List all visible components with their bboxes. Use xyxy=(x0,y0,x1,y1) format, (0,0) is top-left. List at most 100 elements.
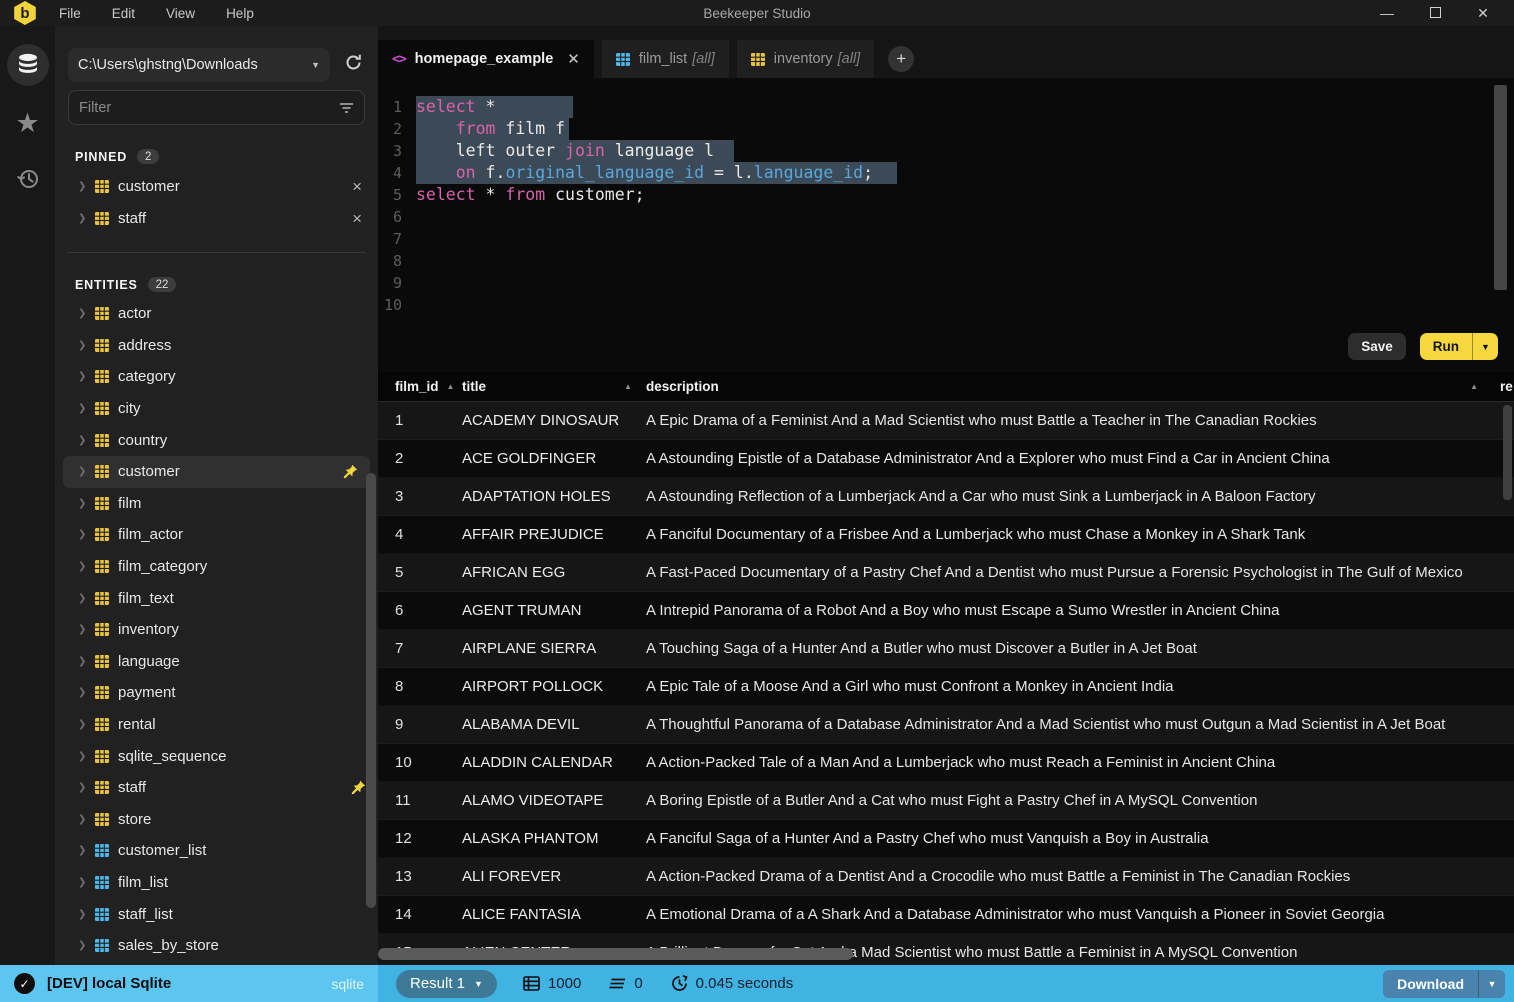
sidebar-item-actor[interactable]: ❯ actor xyxy=(55,298,378,330)
sidebar-item-country[interactable]: ❯ country xyxy=(55,424,378,456)
chevron-right-icon[interactable]: ❯ xyxy=(78,213,95,224)
table-row[interactable]: 13 ALI FOREVER A Action-Packed Drama of a … xyxy=(378,858,1514,896)
table-row[interactable]: 9 ALABAMA DEVIL A Thoughtful Panorama of a… xyxy=(378,706,1514,744)
chevron-right-icon[interactable]: ❯ xyxy=(78,435,95,446)
chevron-right-icon[interactable]: ❯ xyxy=(78,782,95,793)
chevron-right-icon[interactable]: ❯ xyxy=(78,340,95,351)
table-row[interactable]: 6 AGENT TRUMAN A Intrepid Panorama of a Ro… xyxy=(378,592,1514,630)
code-line-6[interactable]: 6 xyxy=(378,206,1514,228)
close-button[interactable]: ✕ xyxy=(1474,5,1492,22)
sidebar-item-film_actor[interactable]: ❯ film_actor xyxy=(55,519,378,551)
chevron-right-icon[interactable]: ❯ xyxy=(78,940,95,951)
chevron-right-icon[interactable]: ❯ xyxy=(78,498,95,509)
tab-film_list[interactable]: film_list [all] xyxy=(601,40,729,78)
new-tab-button[interactable]: + xyxy=(888,46,915,72)
history-clock-icon[interactable] xyxy=(16,167,40,196)
pinned-item-staff[interactable]: ❯ staff × xyxy=(55,202,378,234)
chevron-right-icon[interactable]: ❯ xyxy=(78,624,95,635)
tab-close-icon[interactable]: ✕ xyxy=(567,50,580,68)
run-button[interactable]: Run xyxy=(1420,333,1473,360)
maximize-button[interactable] xyxy=(1426,5,1444,21)
table-row[interactable]: 14 ALICE FANTASIA A Emotional Drama of a A… xyxy=(378,896,1514,934)
favorites-star-icon[interactable]: ★ xyxy=(15,110,39,137)
chevron-right-icon[interactable]: ❯ xyxy=(78,308,95,319)
sidebar-item-film[interactable]: ❯ film xyxy=(55,488,378,520)
filter-input[interactable] xyxy=(79,99,339,116)
sidebar-item-staff[interactable]: ❯ staff xyxy=(55,772,378,804)
code-line-7[interactable]: 7 xyxy=(378,228,1514,250)
menu-help[interactable]: Help xyxy=(226,6,271,21)
sidebar-item-film_category[interactable]: ❯ film_category xyxy=(55,551,378,583)
chevron-right-icon[interactable]: ❯ xyxy=(78,845,95,856)
sidebar-item-language[interactable]: ❯ language xyxy=(55,646,378,678)
chevron-right-icon[interactable]: ❯ xyxy=(78,466,95,477)
sidebar-item-customer_list[interactable]: ❯ customer_list xyxy=(55,835,378,867)
sidebar-item-payment[interactable]: ❯ payment xyxy=(55,677,378,709)
sidebar-item-store[interactable]: ❯ store xyxy=(55,804,378,836)
chevron-right-icon[interactable]: ❯ xyxy=(78,814,95,825)
table-row[interactable]: 1 ACADEMY DINOSAUR A Epic Drama of a Femin… xyxy=(378,402,1514,440)
menu-edit[interactable]: Edit xyxy=(112,6,152,21)
table-row[interactable]: 7 AIRPLANE SIERRA A Touching Saga of a Hun… xyxy=(378,630,1514,668)
table-row[interactable]: 12 ALASKA PHANTOM A Fanciful Saga of a Hun… xyxy=(378,820,1514,858)
pin-icon[interactable] xyxy=(343,464,358,479)
chevron-right-icon[interactable]: ❯ xyxy=(78,719,95,730)
column-header-partial[interactable]: re xyxy=(1500,379,1514,394)
table-row[interactable]: 10 ALADDIN CALENDAR A Action-Packed Tale o… xyxy=(378,744,1514,782)
sidebar-item-city[interactable]: ❯ city xyxy=(55,393,378,425)
sidebar-item-film_text[interactable]: ❯ film_text xyxy=(55,582,378,614)
code-line-3[interactable]: 3 left outer join language l xyxy=(378,140,1514,162)
sidebar-item-category[interactable]: ❯ category xyxy=(55,361,378,393)
database-selector[interactable]: C:\Users\ghstng\Downloads ▼ xyxy=(68,48,330,82)
unpin-close-icon[interactable]: × xyxy=(348,178,366,195)
code-line-5[interactable]: 5 select * from customer; xyxy=(378,184,1514,206)
chevron-right-icon[interactable]: ❯ xyxy=(78,403,95,414)
chevron-right-icon[interactable]: ❯ xyxy=(78,751,95,762)
chevron-right-icon[interactable]: ❯ xyxy=(78,909,95,920)
result-selector[interactable]: Result 1 ▼ xyxy=(396,969,497,998)
code-line-4[interactable]: 4 on f.original_language_id = l.language… xyxy=(378,162,1514,184)
code-line-10[interactable]: 10 xyxy=(378,294,1514,316)
chevron-right-icon[interactable]: ❯ xyxy=(78,877,95,888)
sidebar-item-film_list[interactable]: ❯ film_list xyxy=(55,867,378,899)
code-line-2[interactable]: 2 from film f xyxy=(378,118,1514,140)
tab-inventory[interactable]: inventory [all] xyxy=(736,40,875,78)
chevron-right-icon[interactable]: ❯ xyxy=(78,593,95,604)
chevron-right-icon[interactable]: ❯ xyxy=(78,371,95,382)
chevron-right-icon[interactable]: ❯ xyxy=(78,656,95,667)
table-row[interactable]: 11 ALAMO VIDEOTAPE A Boring Epistle of a B… xyxy=(378,782,1514,820)
results-scrollbar[interactable] xyxy=(1503,405,1512,500)
sidebar-item-staff_list[interactable]: ❯ staff_list xyxy=(55,898,378,930)
table-row[interactable]: 2 ACE GOLDFINGER A Astounding Epistle of a… xyxy=(378,440,1514,478)
sidebar-item-inventory[interactable]: ❯ inventory xyxy=(55,614,378,646)
menu-view[interactable]: View xyxy=(166,6,212,21)
sidebar-item-sales_by_store[interactable]: ❯ sales_by_store xyxy=(55,930,378,962)
code-line-9[interactable]: 9 xyxy=(378,272,1514,294)
refresh-button[interactable] xyxy=(344,53,363,77)
chevron-right-icon[interactable]: ❯ xyxy=(78,181,95,192)
chevron-right-icon[interactable]: ❯ xyxy=(78,529,95,540)
chevron-right-icon[interactable]: ❯ xyxy=(78,687,95,698)
sidebar-item-address[interactable]: ❯ address xyxy=(55,330,378,362)
pin-icon[interactable] xyxy=(351,780,366,795)
table-row[interactable]: 3 ADAPTATION HOLES A Astounding Reflection… xyxy=(378,478,1514,516)
unpin-close-icon[interactable]: × xyxy=(348,210,366,227)
sidebar-scrollbar[interactable] xyxy=(366,473,376,908)
editor-scrollbar[interactable] xyxy=(1494,85,1507,290)
column-header-description[interactable]: description ▲ xyxy=(646,379,1500,394)
save-button[interactable]: Save xyxy=(1348,333,1406,360)
minimize-button[interactable]: — xyxy=(1378,5,1396,21)
chevron-right-icon[interactable]: ❯ xyxy=(78,561,95,572)
horizontal-scrollbar[interactable] xyxy=(378,948,853,960)
column-header-film-id[interactable]: film_id ▲ xyxy=(378,379,462,394)
run-options-button[interactable]: ▼ xyxy=(1473,333,1498,360)
sidebar-item-customer[interactable]: ❯ customer xyxy=(63,455,370,488)
sidebar-item-sqlite_sequence[interactable]: ❯ sqlite_sequence xyxy=(55,740,378,772)
download-options-button[interactable]: ▼ xyxy=(1479,970,1505,998)
column-header-title[interactable]: title ▲ xyxy=(462,379,646,394)
pinned-item-customer[interactable]: ❯ customer × xyxy=(55,170,378,202)
sql-editor[interactable]: 1 select * 2 from film f3 left outer join … xyxy=(378,78,1514,372)
database-tab-icon[interactable] xyxy=(6,44,49,86)
download-button[interactable]: Download xyxy=(1383,969,1479,998)
menu-file[interactable]: File xyxy=(59,6,98,21)
